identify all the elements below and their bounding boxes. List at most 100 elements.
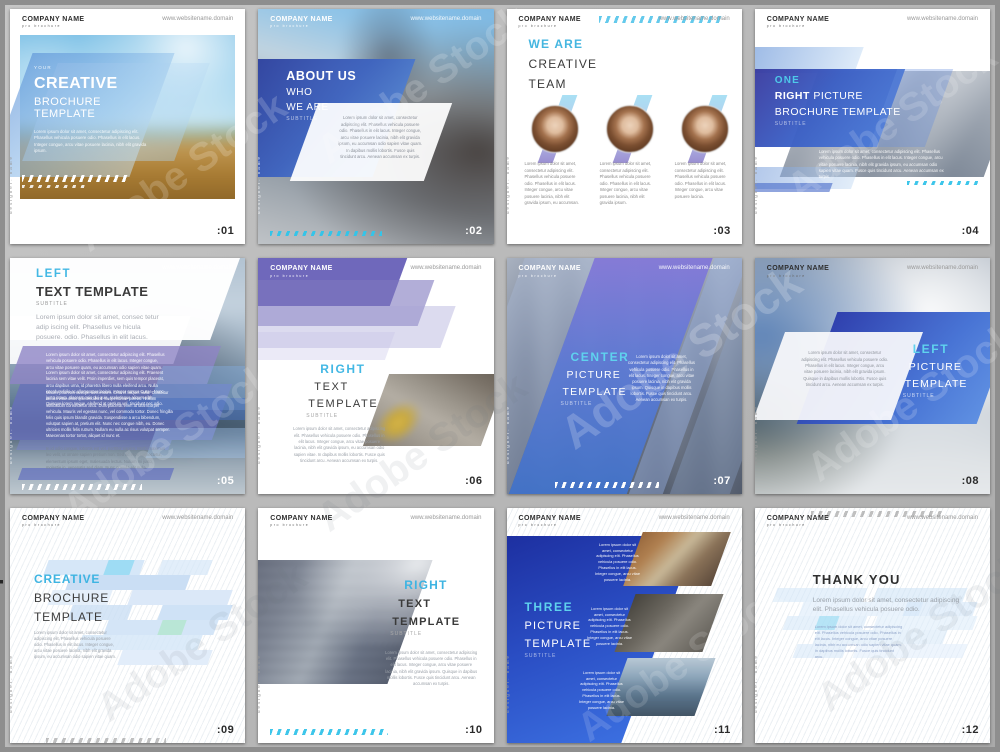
hatch-stripes bbox=[22, 483, 142, 490]
page-header: COMPANY NAME pro brochure www.websitename… bbox=[767, 16, 978, 29]
website-url: www.websitename.domain bbox=[906, 265, 978, 272]
stock-id-watermark: Adobe Stock | #279627649 bbox=[0, 420, 3, 752]
brochure-picture-08: COMPANY NAME pro brochure www.websitename… bbox=[754, 258, 990, 494]
team-members-row: Lorem ipsum dolor sit amet, consectetur … bbox=[521, 95, 738, 227]
website-url: www.websitename.domain bbox=[162, 514, 234, 521]
page-header: COMPANY NAME pro brochure www.websitename… bbox=[22, 16, 233, 29]
cyan-dash-stripes bbox=[270, 728, 389, 735]
company-tagline: pro brochure bbox=[22, 24, 62, 29]
section-title: TEXT bbox=[398, 597, 432, 610]
designer-credit: designer: name bbox=[10, 155, 13, 215]
company-name-text: COMPANY NAME bbox=[270, 514, 333, 522]
company-name: COMPANY NAME pro brochure bbox=[519, 16, 582, 29]
body-paragraph-4: In id odio congue, lobortis est vel, por… bbox=[46, 446, 166, 470]
company-name-text: COMPANY NAME bbox=[22, 514, 85, 522]
team-member: Lorem ipsum dolor sit amet, consectetur … bbox=[596, 95, 663, 227]
title-bold-word: RIGHT bbox=[774, 90, 810, 102]
company-tagline: pro brochure bbox=[22, 523, 62, 528]
company-name-text: COMPANY NAME bbox=[22, 16, 85, 23]
company-name-text: COMPANY NAME bbox=[766, 265, 830, 273]
company-name-text: COMPANY NAME bbox=[270, 16, 333, 23]
thank-you-title: THANK YOU bbox=[812, 571, 901, 587]
body-text: Lorem ipsum dolor sit amet, consectetur … bbox=[814, 623, 903, 659]
cover-text-block: LEFT PICTURE TEMPLATE SUBTITLE bbox=[903, 342, 968, 399]
designer-credit: designer: name bbox=[754, 155, 758, 215]
website-url: www.websitename.domain bbox=[906, 514, 978, 521]
company-name: COMPANY NAME pro brochure bbox=[22, 16, 85, 29]
portrait-photo bbox=[605, 105, 654, 153]
kicker-label: CREATIVE bbox=[34, 571, 101, 586]
hatch-stripes bbox=[22, 175, 130, 182]
brochure-team-03: COMPANY NAME pro brochure www.websitename… bbox=[506, 9, 742, 245]
designer-credit: designer: name bbox=[258, 653, 262, 713]
page-header: COMPANY NAME pro brochure www.websitename… bbox=[270, 16, 481, 29]
company-name-text: COMPANY NAME bbox=[270, 265, 333, 273]
mosaic-tile bbox=[117, 649, 213, 665]
brochure-cover-01: COMPANY NAME pro brochure www.websitename… bbox=[10, 9, 246, 245]
body-text: Lorem ipsum dolor sit amet, consectetur … bbox=[385, 649, 478, 687]
member-text: Lorem ipsum dolor sit amet, consectetur … bbox=[674, 161, 727, 199]
section-heading: RIGHT TEXT TEMPLATE SUBTITLE bbox=[390, 577, 460, 637]
cover-title-line2: WHO bbox=[286, 87, 313, 98]
lead-paragraph: Lorem ipsum dolor sit amet, consectetur … bbox=[812, 596, 960, 614]
cover-body-text: Lorem ipsum dolor sit amet, consectetur … bbox=[338, 115, 423, 159]
brochure-cover-02: COMPANY NAME pro brochure www.websitename… bbox=[258, 9, 494, 245]
company-name: COMPANY NAME pro brochure bbox=[767, 16, 830, 29]
section-subtitle: SUBTITLE bbox=[36, 301, 68, 308]
kicker-label: THREE bbox=[524, 599, 574, 614]
photo-caption-1: Lorem ipsum dolor sit amet, consectetur … bbox=[595, 541, 640, 582]
designer-credit: designer: name bbox=[258, 155, 262, 215]
stock-image-canvas: COMPANY NAME pro brochure www.websitename… bbox=[0, 0, 1000, 752]
page-header: COMPANY NAME pro brochure www.websitename… bbox=[767, 515, 978, 528]
page-number: :10 bbox=[465, 723, 483, 736]
cyan-dash-stripes bbox=[270, 231, 383, 237]
section-title-line2: TEMPLATE bbox=[308, 398, 379, 411]
cover-title: CREATIVE bbox=[34, 75, 118, 92]
member-text: Lorem ipsum dolor sit amet, consectetur … bbox=[524, 161, 579, 205]
portrait-photo bbox=[680, 105, 729, 153]
cover-title: PICTURE bbox=[566, 369, 621, 382]
page-number: :03 bbox=[713, 225, 731, 238]
cyan-dash-stripes bbox=[906, 181, 979, 185]
company-tagline: pro brochure bbox=[270, 273, 310, 278]
company-tagline: pro brochure bbox=[766, 523, 806, 528]
company-tagline: pro brochure bbox=[270, 24, 310, 29]
cover-subtitle: SUBTITLE bbox=[902, 393, 935, 400]
website-url: www.websitename.domain bbox=[906, 16, 978, 22]
designer-credit: designer: name bbox=[754, 653, 758, 713]
company-tagline: pro brochure bbox=[270, 523, 310, 528]
kicker-label: RIGHT bbox=[404, 577, 448, 592]
page-number: :04 bbox=[961, 225, 979, 238]
body-text: Lorem ipsum dolor sit amet, consectetur … bbox=[628, 354, 695, 403]
cover-text-block: CREATIVE BROCHURE TEMPLATE bbox=[34, 572, 109, 624]
cover-body-text: Lorem ipsum dolor sit amet, consectetur … bbox=[34, 129, 147, 154]
cover-text-block: ONE RIGHT PICTURE BROCHURE TEMPLATE SUBT… bbox=[775, 75, 901, 127]
page-number: :11 bbox=[713, 723, 731, 736]
section-title: CREATIVE bbox=[528, 57, 598, 71]
mosaic-tile bbox=[157, 604, 233, 620]
kicker-label: LEFT bbox=[912, 342, 950, 357]
website-url: www.websitename.domain bbox=[658, 514, 730, 521]
company-name: COMPANY NAME pro brochure bbox=[767, 265, 830, 278]
purple-band-faint bbox=[258, 332, 396, 361]
photo-caption-2: Lorem ipsum dolor sit amet, consectetur … bbox=[587, 605, 632, 646]
designer-credit: designer: name bbox=[754, 404, 758, 464]
cover-title: PICTURE bbox=[908, 361, 962, 374]
company-name: COMPANY NAME pro brochure bbox=[22, 515, 85, 528]
kicker-label: ONE bbox=[774, 75, 801, 86]
section-title-line2: TEMPLATE bbox=[392, 615, 461, 628]
page-number: :06 bbox=[465, 474, 483, 487]
kicker-label: WE ARE bbox=[528, 37, 584, 51]
brochure-cover-09: COMPANY NAME pro brochure www.websitename… bbox=[10, 507, 246, 743]
cover-title: BROCHURE bbox=[34, 590, 110, 605]
designer-credit: designer: name bbox=[506, 155, 510, 215]
brochure-text-10: COMPANY NAME pro brochure www.websitename… bbox=[258, 507, 494, 743]
brochure-text-06: COMPANY NAME pro brochure www.websitename… bbox=[258, 258, 494, 494]
cover-text-block: YOUR CREATIVE BROCHURE TEMPLATE Lorem ip… bbox=[34, 65, 164, 155]
company-tagline: pro brochure bbox=[766, 273, 806, 278]
company-name: COMPANY NAME pro brochure bbox=[270, 265, 333, 278]
hatch-stripes-small bbox=[22, 185, 86, 188]
company-name-text: COMPANY NAME bbox=[518, 514, 581, 522]
website-url: www.websitename.domain bbox=[410, 514, 482, 521]
website-url: www.websitename.domain bbox=[410, 265, 482, 272]
